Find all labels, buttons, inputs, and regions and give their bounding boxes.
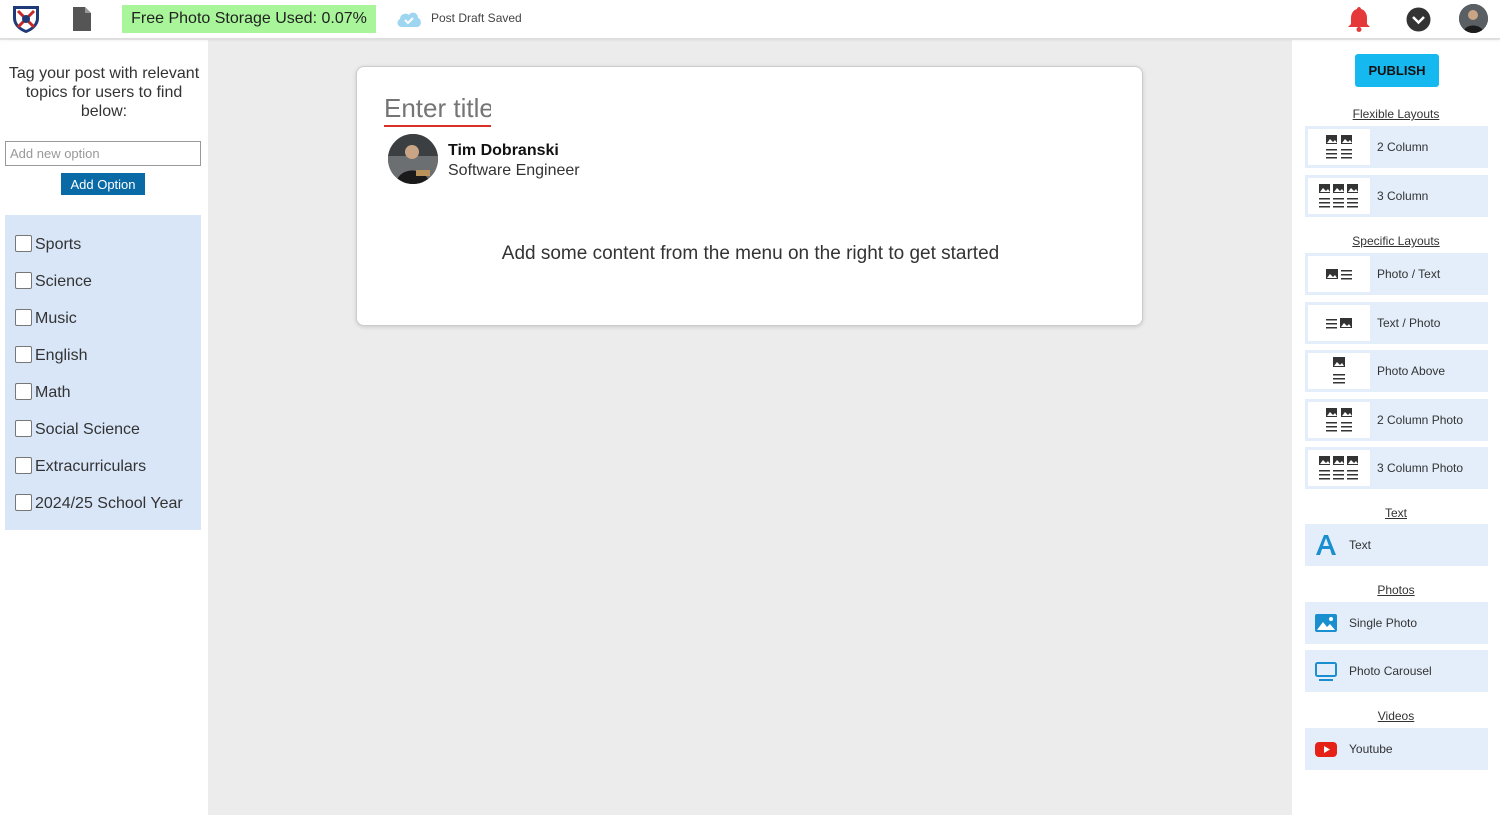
two-column-layout-icon [1308,129,1370,165]
photos-heading: Photos [1377,583,1415,597]
layout-label: 3 Column Photo [1377,461,1464,475]
author-role: Software Engineer [448,162,580,179]
topic-extracurriculars[interactable]: Extracurriculars [15,455,146,479]
tag-prompt: Tag your post with relevant topics for u… [8,65,200,120]
checkbox[interactable] [15,382,32,400]
post-title-input[interactable] [384,91,491,127]
layout-photo-text[interactable]: Photo / Text [1305,253,1488,295]
document-icon[interactable] [72,7,92,31]
videos-heading: Videos [1377,709,1415,723]
checkbox[interactable] [15,456,32,474]
image-icon [1315,614,1337,632]
item-label: Youtube [1349,742,1393,756]
checkbox[interactable] [15,419,32,437]
author-name: Tim Dobranski [448,142,559,159]
post-editor-card: Tim Dobranski Software Engineer Add some… [356,66,1143,326]
item-label: Photo Carousel [1349,664,1432,678]
left-sidebar: Tag your post with relevant topics for u… [0,40,208,815]
layout-label: 3 Column [1377,189,1429,203]
add-option-button[interactable]: Add Option [61,173,145,195]
topic-music[interactable]: Music [15,307,77,331]
topic-english[interactable]: English [15,344,87,368]
layout-3-column[interactable]: 3 Column [1305,175,1488,217]
item-label: Text [1349,538,1372,552]
add-single-photo[interactable]: Single Photo [1305,602,1488,644]
two-column-photo-layout-icon [1308,402,1370,438]
topic-sports[interactable]: Sports [15,233,81,257]
layout-label: Photo / Text [1377,267,1441,281]
three-column-photo-layout-icon [1308,450,1370,486]
youtube-icon [1315,742,1337,757]
flexible-layouts-heading: Flexible Layouts [1352,107,1440,121]
layout-label: Photo Above [1377,364,1446,378]
add-youtube-video[interactable]: Youtube [1305,728,1488,770]
checkbox[interactable] [15,271,32,289]
checkbox[interactable] [15,345,32,363]
layout-label: Text / Photo [1377,316,1441,330]
user-avatar[interactable] [1459,4,1488,33]
storage-usage-badge: Free Photo Storage Used: 0.07% [122,5,376,33]
shield-logo-icon[interactable] [10,4,42,34]
topic-social-science[interactable]: Social Science [15,418,140,442]
photo-text-layout-icon [1308,256,1370,292]
layout-label: 2 Column Photo [1377,413,1464,427]
layout-2-column[interactable]: 2 Column [1305,126,1488,168]
checkbox[interactable] [15,234,32,252]
draft-status: Post Draft Saved [431,11,522,25]
add-text-block[interactable]: Text [1305,524,1488,566]
item-label: Single Photo [1349,616,1418,630]
publish-button[interactable]: PUBLISH [1355,54,1439,87]
empty-content-message: Add some content from the menu on the ri… [501,243,1000,264]
text-photo-layout-icon [1308,305,1370,341]
topic-math[interactable]: Math [15,381,71,405]
topic-list: Sports Science Music English Math Social… [5,215,201,530]
layout-3-column-photo[interactable]: 3 Column Photo [1305,447,1488,489]
layout-label: 2 Column [1377,140,1429,154]
text-icon [1316,535,1336,555]
chevron-down-icon[interactable] [1406,7,1431,32]
three-column-layout-icon [1308,178,1370,214]
add-photo-carousel[interactable]: Photo Carousel [1305,650,1488,692]
top-bar: Free Photo Storage Used: 0.07% Post Draf… [0,0,1500,39]
specific-layouts-heading: Specific Layouts [1352,234,1440,248]
right-sidebar: PUBLISH Flexible Layouts 2 Column 3 Colu [1292,40,1500,815]
cloud-check-icon [397,12,421,27]
topic-science[interactable]: Science [15,270,92,294]
monitor-icon [1315,662,1337,681]
author-avatar [388,134,438,184]
text-heading: Text [1384,506,1407,520]
layout-photo-above[interactable]: Photo Above [1305,350,1488,392]
topic-school-year[interactable]: 2024/25 School Year [15,492,183,516]
layout-2-column-photo[interactable]: 2 Column Photo [1305,399,1488,441]
layout-text-photo[interactable]: Text / Photo [1305,302,1488,344]
new-option-input[interactable] [5,141,201,166]
bell-icon[interactable] [1347,6,1371,32]
checkbox[interactable] [15,308,32,326]
photo-above-layout-icon [1308,353,1370,389]
checkbox[interactable] [15,493,32,511]
